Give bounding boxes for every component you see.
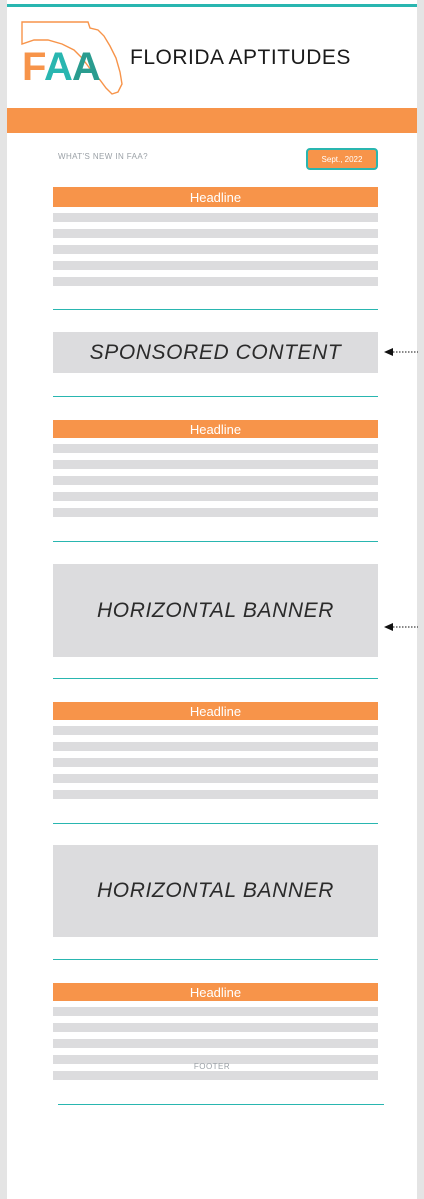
text-placeholder-line bbox=[53, 508, 378, 517]
article-block[interactable]: Headline bbox=[53, 420, 378, 517]
section-divider bbox=[53, 678, 378, 679]
footer-divider bbox=[58, 1104, 384, 1105]
section-divider bbox=[53, 541, 378, 542]
text-placeholder-line bbox=[53, 1039, 378, 1048]
logo-letter-f: F bbox=[22, 45, 46, 89]
sponsored-content-ad[interactable]: SPONSORED CONTENT bbox=[53, 332, 378, 373]
horizontal-banner-ad[interactable]: HORIZONTAL BANNER bbox=[53, 845, 378, 937]
text-placeholder-line bbox=[53, 261, 378, 270]
arrow-left-icon bbox=[384, 348, 418, 356]
article-headline[interactable]: Headline bbox=[53, 983, 378, 1001]
text-placeholder-line bbox=[53, 444, 378, 453]
article-headline[interactable]: Headline bbox=[53, 187, 378, 207]
text-placeholder-line bbox=[53, 277, 378, 286]
faa-logo: F A A bbox=[18, 18, 128, 98]
text-placeholder-line bbox=[53, 742, 378, 751]
section-divider bbox=[53, 959, 378, 960]
text-placeholder-line bbox=[53, 229, 378, 238]
article-headline[interactable]: Headline bbox=[53, 702, 378, 720]
section-divider bbox=[53, 309, 378, 310]
section-divider bbox=[53, 396, 378, 397]
site-title: FLORIDA APTITUDES bbox=[130, 46, 351, 69]
arrow-left-icon bbox=[384, 623, 418, 631]
whats-new-label: WHAT'S NEW IN FAA? bbox=[58, 152, 148, 161]
text-placeholder-line bbox=[53, 213, 378, 222]
text-placeholder-line bbox=[53, 245, 378, 254]
text-placeholder-line bbox=[53, 774, 378, 783]
text-placeholder-line bbox=[53, 460, 378, 469]
footer-label: FOOTER bbox=[193, 1062, 231, 1071]
article-block[interactable]: Headline bbox=[53, 187, 378, 286]
header-orange-bar bbox=[7, 108, 417, 133]
section-divider bbox=[53, 823, 378, 824]
text-placeholder-line bbox=[53, 476, 378, 485]
text-placeholder-line bbox=[53, 726, 378, 735]
logo-letter-a1: A bbox=[44, 45, 73, 89]
article-block[interactable]: Headline bbox=[53, 702, 378, 799]
date-badge: Sept., 2022 bbox=[306, 148, 378, 170]
text-placeholder-line bbox=[53, 1071, 378, 1080]
text-placeholder-line bbox=[53, 758, 378, 767]
text-placeholder-line bbox=[53, 790, 378, 799]
article-headline[interactable]: Headline bbox=[53, 420, 378, 438]
logo-letter-a2: A bbox=[72, 45, 101, 89]
text-placeholder-line bbox=[53, 492, 378, 501]
text-placeholder-line bbox=[53, 1023, 378, 1032]
text-placeholder-line bbox=[53, 1007, 378, 1016]
horizontal-banner-ad[interactable]: HORIZONTAL BANNER bbox=[53, 564, 378, 657]
